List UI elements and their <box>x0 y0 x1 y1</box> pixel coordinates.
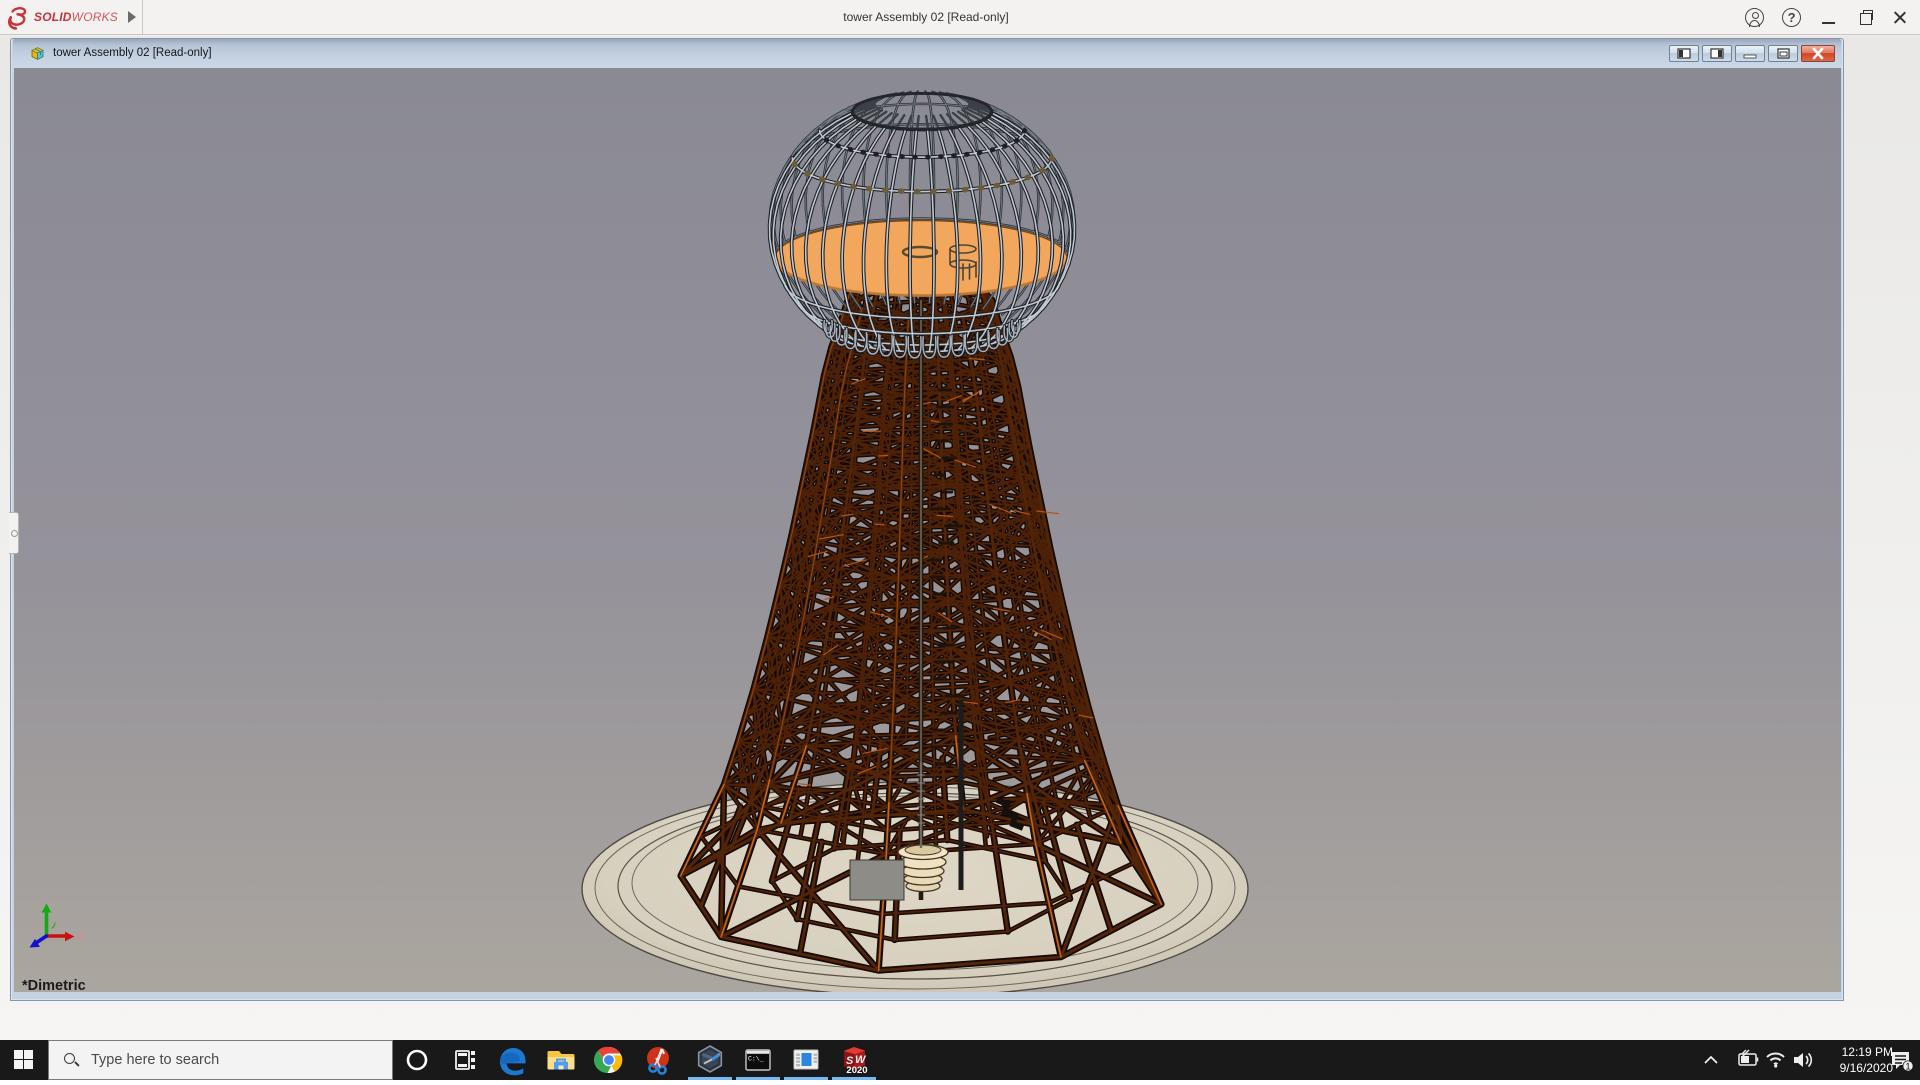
svg-text:2020: 2020 <box>846 1065 867 1076</box>
svg-text:C:\_: C:\_ <box>748 1056 764 1063</box>
svg-text:1: 1 <box>1905 1062 1910 1073</box>
svg-text:*Dimetric: *Dimetric <box>22 978 86 992</box>
